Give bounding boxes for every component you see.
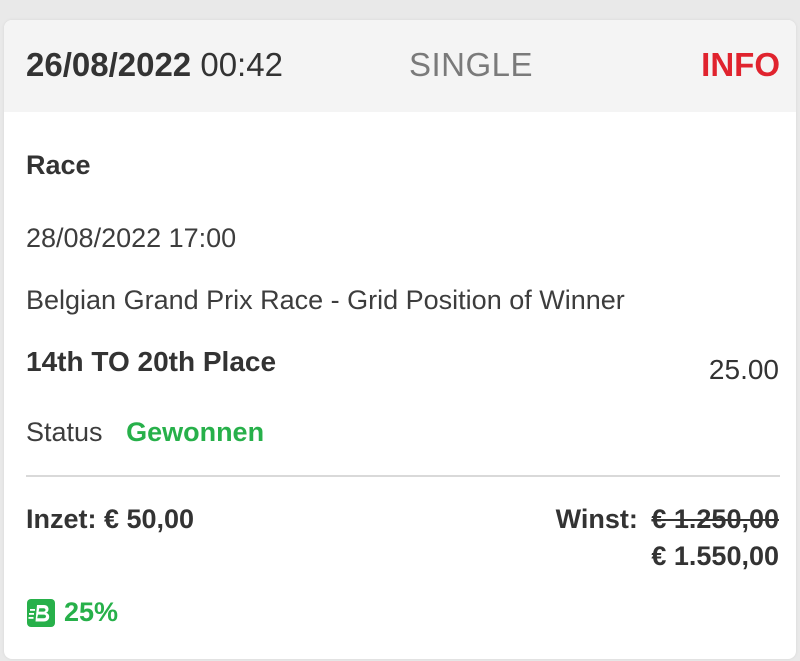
odds-value: 25.00 bbox=[708, 354, 779, 385]
win-boosted-amount: € 1.550,00 bbox=[651, 541, 779, 571]
placed-time: 00:42 bbox=[200, 46, 283, 83]
boost-percent: 25% bbox=[64, 597, 119, 627]
stake-amount: Inzet: € 50,00 bbox=[26, 504, 195, 534]
divider bbox=[26, 475, 780, 477]
market-name: Belgian Grand Prix Race - Grid Position … bbox=[26, 285, 625, 315]
boost-b-icon bbox=[26, 598, 56, 628]
placed-datetime: 26/08/2022 00:42 bbox=[26, 46, 283, 84]
bet-type: SINGLE bbox=[409, 46, 534, 83]
status-badge: Gewonnen bbox=[126, 417, 265, 447]
sport-title: Race bbox=[26, 150, 91, 180]
status-row: Status Gewonnen bbox=[26, 417, 264, 448]
selection-name: 14th TO 20th Place bbox=[26, 346, 277, 377]
event-datetime: 28/08/2022 17:00 bbox=[26, 223, 237, 253]
bet-card: 26/08/2022 00:42 SINGLE INFO Race 28/08/… bbox=[4, 20, 796, 659]
win-original-amount: € 1.250,00 bbox=[651, 504, 779, 534]
placed-date: 26/08/2022 bbox=[26, 46, 192, 83]
win-row: Winst: € 1.250,00 bbox=[556, 504, 779, 535]
info-link[interactable]: INFO bbox=[701, 46, 780, 84]
boost-badge: 25% bbox=[26, 597, 118, 628]
status-label: Status bbox=[26, 417, 103, 447]
win-label: Winst: bbox=[555, 504, 638, 534]
bet-header: 26/08/2022 00:42 SINGLE INFO bbox=[4, 20, 796, 112]
